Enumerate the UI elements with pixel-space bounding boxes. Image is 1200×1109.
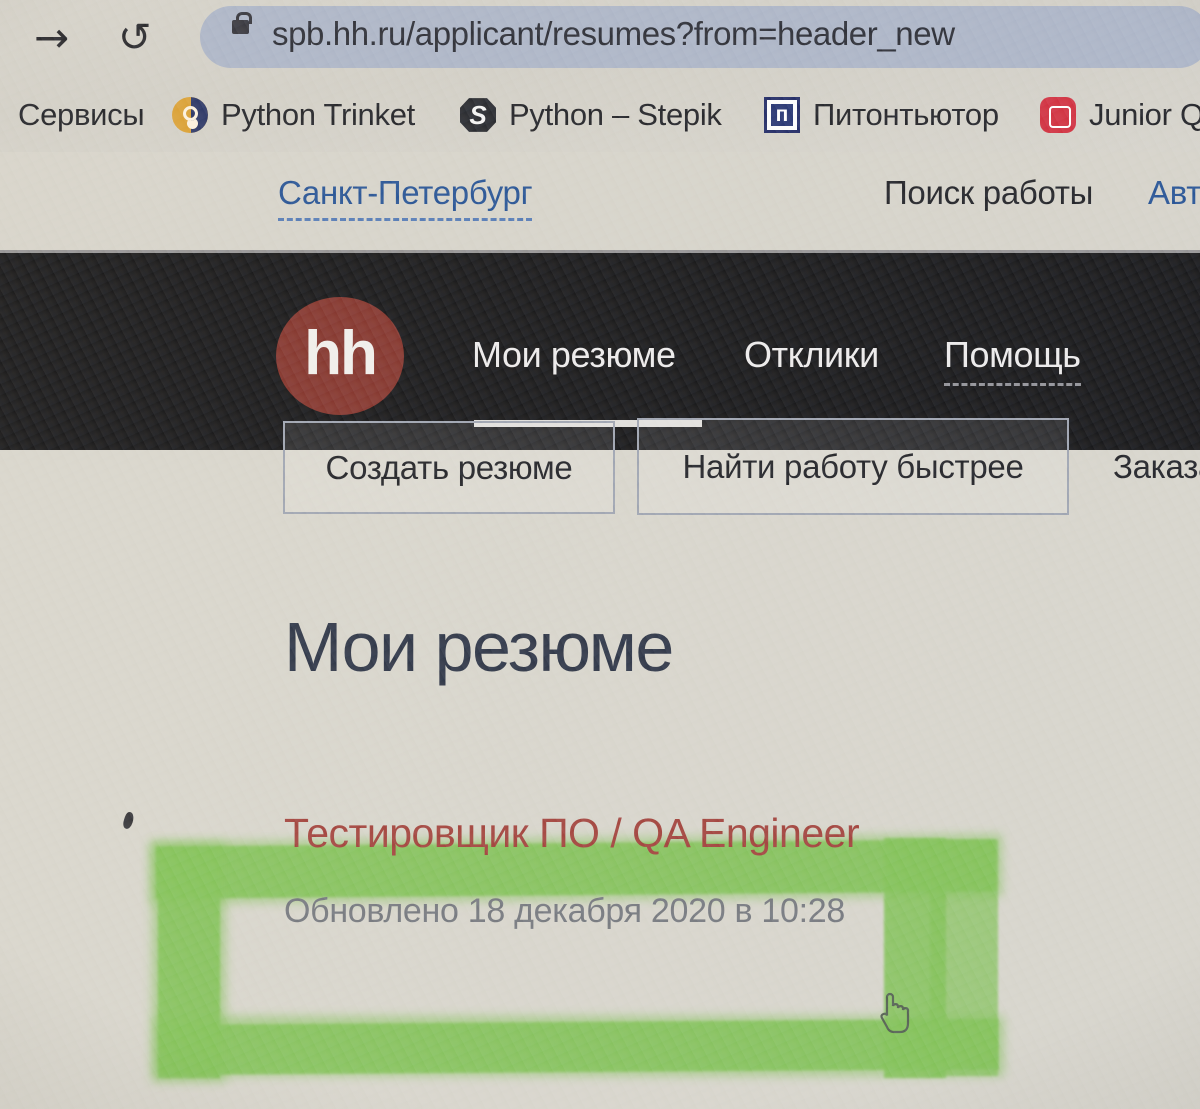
top-link-job-search[interactable]: Поиск работы [884, 174, 1093, 212]
pythontutor-favicon [764, 97, 800, 133]
hh-logo[interactable]: hh [276, 297, 404, 415]
nav-item-my-resumes[interactable]: Мои резюме [472, 334, 702, 427]
bookmark-label: Python Trinket [221, 97, 415, 132]
page-title: Мои резюме [284, 608, 674, 686]
bookmark-python-stepik[interactable]: Python – Stepik [460, 78, 722, 152]
create-resume-button[interactable]: Создать резюме [283, 421, 615, 514]
hh-logo-text: hh [304, 319, 378, 388]
url-text[interactable]: spb.hh.ru/applicant/resumes?from=header_… [272, 15, 955, 53]
site-topbar: Санкт-Петербург Поиск работы Авт [0, 152, 1200, 252]
bookmark-junior[interactable]: Junior Q [1040, 78, 1200, 152]
city-selector[interactable]: Санкт-Петербург [278, 174, 533, 221]
top-link-auth[interactable]: Авт [1148, 174, 1200, 212]
nav-item-responses[interactable]: Отклики [744, 334, 879, 376]
resume-updated-text: Обновлено 18 декабря 2020 в 10:28 [284, 892, 845, 930]
bookmark-label: Python – Stepik [509, 97, 722, 132]
bookmark-label: Сервисы [18, 97, 145, 132]
reload-icon[interactable]: ↺ [118, 8, 152, 68]
lock-icon [232, 12, 252, 34]
browser-chrome: → ↺ spb.hh.ru/applicant/resumes?from=hea… [0, 0, 1200, 152]
nav-item-help[interactable]: Помощь [944, 334, 1081, 386]
find-job-faster-button[interactable]: Найти работу быстрее [637, 418, 1069, 515]
bookmark-services[interactable]: Сервисы [18, 78, 145, 152]
screen-photo: → ↺ spb.hh.ru/applicant/resumes?from=hea… [0, 0, 1200, 1109]
url-bar-row: → ↺ spb.hh.ru/applicant/resumes?from=hea… [0, 0, 1200, 76]
order-service-button[interactable]: Заказа [1113, 418, 1200, 515]
bookmark-label: Junior Q [1089, 97, 1200, 132]
bookmarks-bar: Сервисы Python Trinket Python – Stepik П… [0, 78, 1200, 152]
stepik-favicon [460, 98, 496, 132]
bookmark-python-trinket[interactable]: Python Trinket [172, 78, 415, 152]
forward-arrow-icon[interactable]: → [34, 8, 69, 68]
trinket-favicon [172, 97, 208, 133]
bookmark-label: Питонтьютор [813, 97, 999, 132]
hand-cursor-icon [880, 992, 910, 1034]
junior-favicon [1040, 97, 1076, 133]
bookmark-pythontutor[interactable]: Питонтьютор [764, 78, 999, 152]
resume-title-link[interactable]: Тестировщик ПО / QA Engineer [284, 810, 860, 857]
